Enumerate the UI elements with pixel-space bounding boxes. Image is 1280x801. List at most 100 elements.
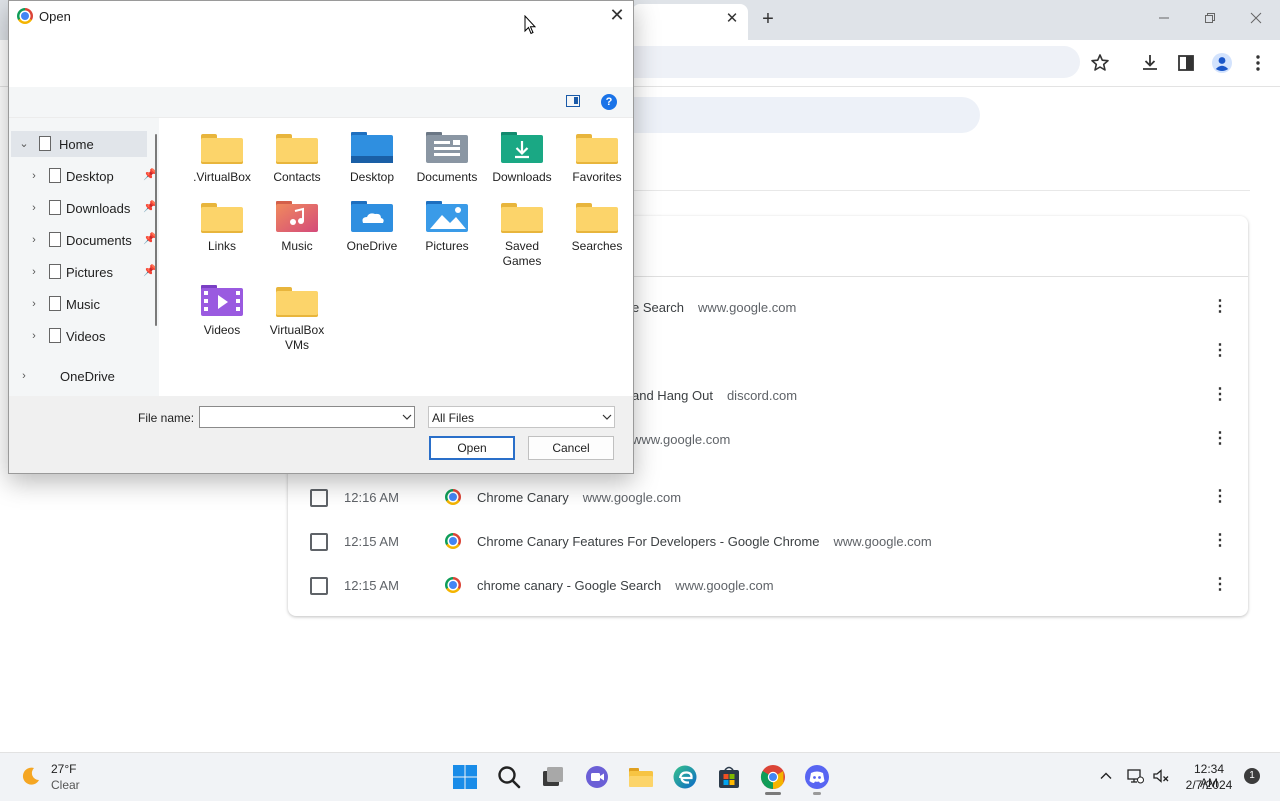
chevron-right-icon[interactable]: › [27,200,41,216]
chrome-menu-icon[interactable] [1247,52,1269,74]
search-icon[interactable] [496,764,522,790]
file-type-select[interactable]: All Files [428,406,615,428]
row-more-icon[interactable]: ⋮ [1210,340,1230,362]
cancel-button[interactable]: Cancel [528,436,614,460]
nav-item-music[interactable]: › Music [21,291,157,317]
chat-icon[interactable] [584,764,610,790]
row-more-icon[interactable]: ⋮ [1210,574,1230,596]
chevron-right-icon[interactable]: › [27,232,41,248]
weather-temp[interactable]: 27°F [51,762,76,776]
download-icon[interactable] [1139,52,1161,74]
nav-item-videos[interactable]: › Videos [21,323,157,349]
folder-item[interactable]: Videos [184,283,254,353]
history-row-partial[interactable]: and Hang Out discord.com [632,388,797,412]
folder-item[interactable]: VirtualBox VMs [259,283,329,353]
preview-pane-icon[interactable] [566,95,580,107]
new-tab-button[interactable]: + [758,8,778,30]
row-more-icon[interactable]: ⋮ [1210,296,1230,318]
discord-icon[interactable] [804,764,830,790]
minimize-icon[interactable] [1154,10,1174,30]
profile-avatar-icon[interactable] [1211,52,1233,74]
nav-scrollbar[interactable] [155,134,157,326]
folder-item[interactable]: .VirtualBox [184,130,254,200]
file-explorer-icon[interactable] [628,764,654,790]
history-row[interactable]: 12:16 AM Chrome Canary www.google.com ⋮ [288,476,1248,520]
row-more-icon[interactable]: ⋮ [1210,384,1230,406]
folder-item[interactable]: Favorites [559,130,629,200]
side-panel-icon[interactable] [1175,52,1197,74]
folder-name: Documents [416,170,478,184]
nav-item-desktop[interactable]: › Desktop 📌 [21,163,157,189]
nav-item-documents[interactable]: › Documents 📌 [21,227,157,253]
folder-item[interactable]: Music [259,199,329,269]
chevron-up-icon[interactable] [1098,768,1114,784]
weather-condition[interactable]: Clear [51,778,80,792]
row-more-icon[interactable]: ⋮ [1210,486,1230,508]
folder-item[interactable]: Desktop [334,130,404,200]
row-more-icon[interactable]: ⋮ [1210,428,1230,450]
chevron-right-icon[interactable]: › [27,168,41,184]
chevron-right-icon[interactable]: › [27,264,41,280]
history-row-title[interactable]: Chrome Canary [477,490,569,505]
row-checkbox[interactable] [310,533,328,551]
history-row-time: 12:16 AM [344,490,399,505]
chrome-icon[interactable] [760,764,786,790]
chevron-down-icon[interactable] [601,411,613,423]
chevron-down-icon[interactable]: ⌄ [17,136,31,152]
folder-item[interactable]: Documents [409,130,479,200]
folder-item[interactable]: Saved Games [484,199,554,269]
folder-item[interactable]: Links [184,199,254,269]
notification-badge[interactable]: 1 [1244,768,1260,784]
edge-browser-icon[interactable] [672,764,698,790]
mouse-cursor-icon [524,14,537,35]
file-items-pane: .VirtualBox Contacts Desktop Documents D… [164,118,633,396]
address-bar[interactable] [590,46,1080,78]
history-row-partial[interactable]: e Search www.google.com [632,300,796,324]
window-close-icon[interactable] [1246,10,1266,30]
folder-item[interactable]: Downloads [484,130,554,200]
restore-icon[interactable] [1200,10,1220,30]
chevron-down-icon[interactable] [401,411,413,423]
clock-date[interactable]: 2/7/2024 [1178,778,1240,792]
chevron-right-icon[interactable]: › [27,328,41,344]
nav-item-pictures[interactable]: › Pictures 📌 [21,259,157,285]
nav-item-downloads[interactable]: › Downloads 📌 [21,195,157,221]
dialog-titlebar[interactable] [9,1,633,31]
bookmark-star-icon[interactable] [1089,52,1111,74]
row-checkbox[interactable] [310,577,328,595]
onedrive-folder-icon [351,199,393,233]
nav-item-onedrive[interactable]: › OneDrive [11,363,147,389]
nav-item-home[interactable]: ⌄ Home [11,131,147,157]
chevron-right-icon[interactable]: › [27,296,41,312]
folder-icon [201,130,243,164]
history-search-input[interactable] [600,97,980,133]
row-checkbox[interactable] [310,489,328,507]
contacts-folder-icon [276,130,318,164]
volume-muted-icon[interactable] [1152,767,1170,785]
history-row-title[interactable]: Chrome Canary Features For Developers - … [477,534,819,549]
open-button[interactable]: Open [429,436,515,460]
moon-icon[interactable] [20,765,42,787]
history-row-domain: www.google.com [632,432,731,447]
help-icon[interactable]: ? [601,94,617,110]
history-row-domain: www.google.com [833,534,932,549]
folder-item[interactable]: OneDrive [334,199,404,269]
history-row-title[interactable]: chrome canary - Google Search [477,578,661,593]
history-row-time: 12:15 AM [344,578,399,593]
folder-item[interactable]: Searches [559,199,629,269]
folder-item[interactable]: Contacts [259,130,329,200]
start-windows-icon[interactable] [452,764,478,790]
task-view-icon[interactable] [540,764,566,790]
folder-item[interactable]: Pictures [409,199,479,269]
network-icon[interactable] [1126,767,1144,785]
tab-close-icon[interactable]: ✕ [724,11,740,27]
row-more-icon[interactable]: ⋮ [1210,530,1230,552]
store-icon[interactable] [716,764,742,790]
history-row[interactable]: 12:15 AM chrome canary - Google Search ww… [288,564,1248,608]
history-row[interactable]: 12:15 AM Chrome Canary Features For Deve… [288,520,1248,564]
file-name-input[interactable] [199,406,415,428]
history-row-partial[interactable]: www.google.com [632,432,730,456]
dialog-close-icon[interactable]: ✕ [607,5,627,25]
videos-folder-icon [201,283,243,317]
chevron-right-icon[interactable]: › [17,368,31,384]
